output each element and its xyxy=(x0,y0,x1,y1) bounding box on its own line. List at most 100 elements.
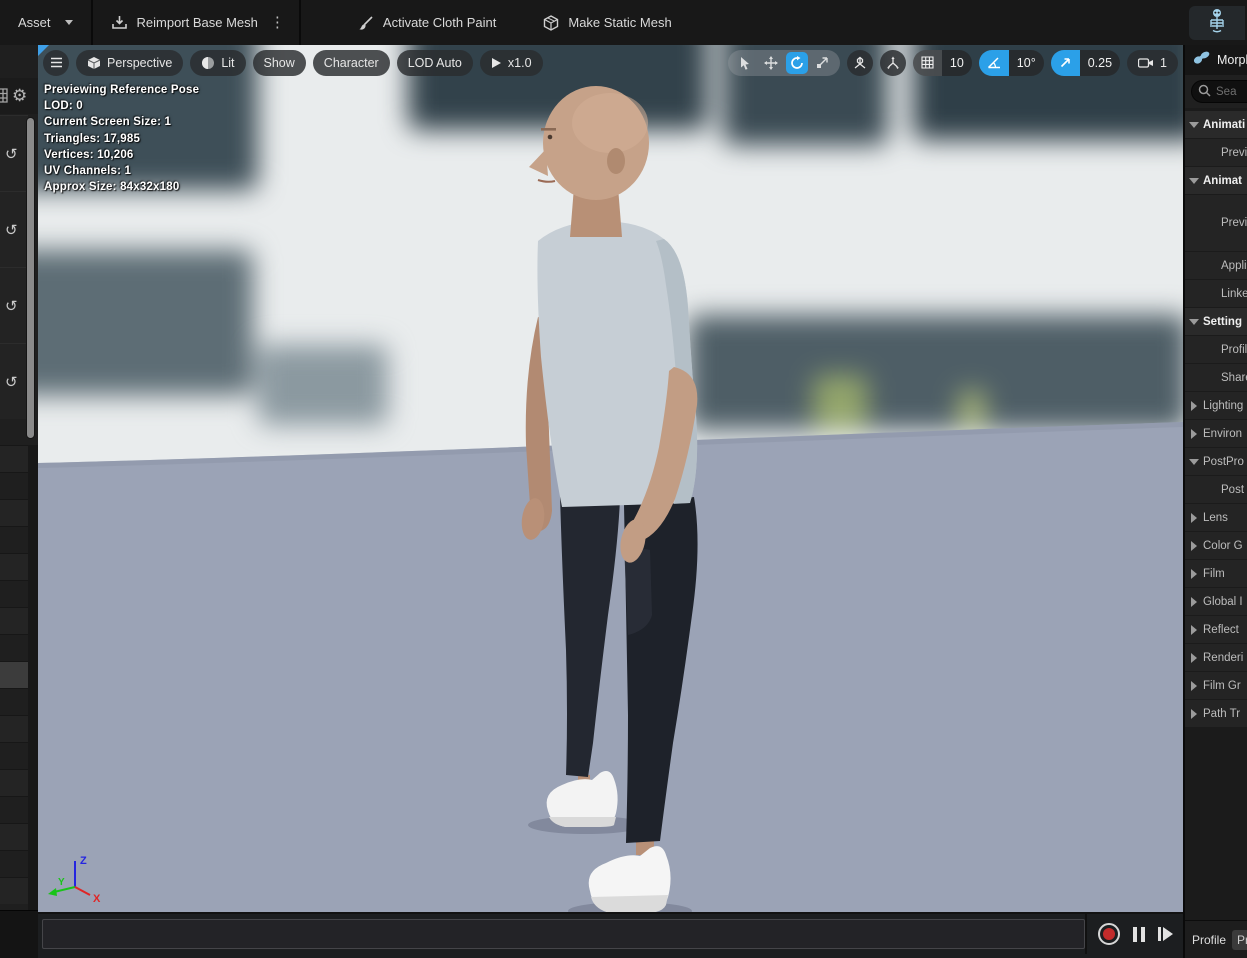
settings-row[interactable]: Preview xyxy=(1185,139,1247,166)
property-row-edge xyxy=(0,850,28,877)
settings-rows: Animati Preview Animat Preview Applica Linked… xyxy=(1185,111,1247,728)
settings-row[interactable]: Lighting xyxy=(1185,392,1247,419)
property-row-edge xyxy=(0,769,28,796)
stats-line: Approx Size: 84x32x180 xyxy=(44,181,180,194)
search-row xyxy=(1185,75,1247,108)
chevron-down-icon[interactable] xyxy=(1185,318,1203,325)
stats-line: Previewing Reference Pose xyxy=(44,84,200,96)
settings-row[interactable]: Animati xyxy=(1185,111,1247,138)
grid-snap-icon[interactable] xyxy=(912,49,942,76)
chevron-right-icon[interactable] xyxy=(1185,512,1203,523)
chevron-right-icon[interactable] xyxy=(1185,540,1203,551)
viewport-menu-button[interactable] xyxy=(43,49,69,76)
rotation-snap-control[interactable]: 10° xyxy=(978,49,1044,76)
settings-row[interactable]: Lens xyxy=(1185,504,1247,531)
settings-row[interactable]: Environ xyxy=(1185,420,1247,447)
chevron-right-icon[interactable] xyxy=(1185,568,1203,579)
chevron-right-icon[interactable] xyxy=(1185,652,1203,663)
settings-row[interactable]: Setting xyxy=(1185,308,1247,335)
property-row-edge xyxy=(0,580,28,607)
settings-row[interactable]: Applica xyxy=(1185,252,1247,279)
camera-speed-control[interactable]: 1 xyxy=(1127,49,1178,76)
pause-button[interactable] xyxy=(1132,926,1145,942)
settings-row[interactable]: Animat xyxy=(1185,167,1247,194)
settings-row-label: Path Tr xyxy=(1203,707,1241,720)
activate-cloth-paint-label: Activate Cloth Paint xyxy=(382,15,497,30)
settings-row[interactable]: Preview xyxy=(1185,195,1247,251)
skeletal-mesh-mode-button[interactable] xyxy=(1189,6,1245,40)
chevron-right-icon[interactable] xyxy=(1185,680,1203,691)
chevron-right-icon[interactable] xyxy=(1185,428,1203,439)
reimport-base-mesh-label: Reimport Base Mesh xyxy=(136,15,258,30)
profile-dropdown[interactable]: Pr xyxy=(1232,929,1247,950)
rotate-tool-button[interactable] xyxy=(785,51,808,74)
settings-row-label: Animati xyxy=(1203,118,1246,131)
chevron-down-icon[interactable] xyxy=(1185,458,1203,465)
lod-menu-button[interactable]: LOD Auto xyxy=(396,49,473,76)
reset-to-default-icon[interactable]: ↺ xyxy=(5,297,18,315)
settings-row[interactable]: Global I xyxy=(1185,588,1247,615)
property-row-edge xyxy=(0,823,28,850)
gizmo-options-button[interactable] xyxy=(879,49,906,76)
timeline-scrubber[interactable] xyxy=(42,919,1085,949)
select-tool-button[interactable] xyxy=(734,52,756,74)
scrollbar-track[interactable] xyxy=(28,445,38,910)
reimport-base-mesh-button[interactable]: Reimport Base Mesh xyxy=(103,0,266,45)
settings-row[interactable]: PostPro xyxy=(1185,448,1247,475)
character-model[interactable] xyxy=(478,75,738,912)
settings-row[interactable]: Profile xyxy=(1185,336,1247,363)
coordinate-space-button[interactable] xyxy=(846,49,873,76)
gear-icon[interactable]: ⚙ xyxy=(12,86,27,106)
reset-to-default-icon[interactable]: ↺ xyxy=(5,373,18,391)
make-static-mesh-button[interactable]: Make Static Mesh xyxy=(534,0,679,45)
show-menu-button[interactable]: Show xyxy=(252,49,306,76)
details-row-edge: ↺ xyxy=(0,115,28,191)
rotation-snap-value[interactable]: 10° xyxy=(1008,49,1044,76)
chevron-down-icon[interactable] xyxy=(1185,121,1203,128)
settings-row[interactable]: Shared xyxy=(1185,364,1247,391)
step-forward-button[interactable] xyxy=(1157,927,1173,941)
playback-speed-button[interactable]: x1.0 xyxy=(479,49,543,76)
angle-snap-icon[interactable] xyxy=(978,49,1009,76)
settings-row-label: Lens xyxy=(1203,511,1228,524)
scale-tool-button[interactable] xyxy=(812,52,834,74)
settings-row[interactable]: Post Pr xyxy=(1185,476,1247,503)
3d-viewport[interactable]: Perspective Lit Show Character LOD Auto xyxy=(38,45,1183,912)
settings-row[interactable]: Reflect xyxy=(1185,616,1247,643)
settings-row[interactable]: Film Gr xyxy=(1185,672,1247,699)
property-rows xyxy=(0,445,28,910)
make-static-mesh-label: Make Static Mesh xyxy=(568,15,672,30)
activate-cloth-paint-button[interactable]: Activate Cloth Paint xyxy=(349,0,504,45)
chevron-right-icon[interactable] xyxy=(1185,400,1203,411)
grid-snap-control[interactable]: 10 xyxy=(912,49,972,76)
reset-to-default-icon[interactable]: ↺ xyxy=(5,221,18,239)
property-row-edge xyxy=(0,661,28,688)
chevron-right-icon[interactable] xyxy=(1185,596,1203,607)
asset-menu-button[interactable]: Asset xyxy=(10,0,81,45)
settings-row[interactable]: Film xyxy=(1185,560,1247,587)
camera-icon xyxy=(1138,57,1154,69)
character-menu-button[interactable]: Character xyxy=(312,49,390,76)
record-button[interactable] xyxy=(1097,923,1120,945)
settings-row[interactable]: Color G xyxy=(1185,532,1247,559)
reset-to-default-icon[interactable]: ↺ xyxy=(5,145,18,163)
chevron-down-icon[interactable] xyxy=(1185,177,1203,184)
settings-row-label: Global I xyxy=(1203,595,1243,608)
settings-row[interactable]: Linked xyxy=(1185,280,1247,307)
settings-row[interactable]: Path Tr xyxy=(1185,700,1247,727)
scale-snap-icon[interactable] xyxy=(1050,49,1080,76)
scrollbar-thumb[interactable] xyxy=(26,117,35,439)
reimport-options-kebab-icon[interactable]: ⋮ xyxy=(266,15,289,30)
tab-morph-target-preview[interactable]: Morph xyxy=(1185,45,1247,75)
settings-row[interactable]: Renderi xyxy=(1185,644,1247,671)
mesh-tools-section: Activate Cloth Paint Make Static Mesh xyxy=(300,0,690,45)
move-tool-button[interactable] xyxy=(760,52,782,74)
scale-snap-value[interactable]: 0.25 xyxy=(1079,49,1121,76)
lit-mode-button[interactable]: Lit xyxy=(190,49,246,76)
perspective-button[interactable]: Perspective xyxy=(76,49,184,76)
chevron-right-icon[interactable] xyxy=(1185,708,1203,719)
scale-snap-control[interactable]: 0.25 xyxy=(1050,49,1121,76)
chevron-right-icon[interactable] xyxy=(1185,624,1203,635)
grid-snap-value[interactable]: 10 xyxy=(941,49,972,76)
transform-tools-group xyxy=(727,49,840,76)
